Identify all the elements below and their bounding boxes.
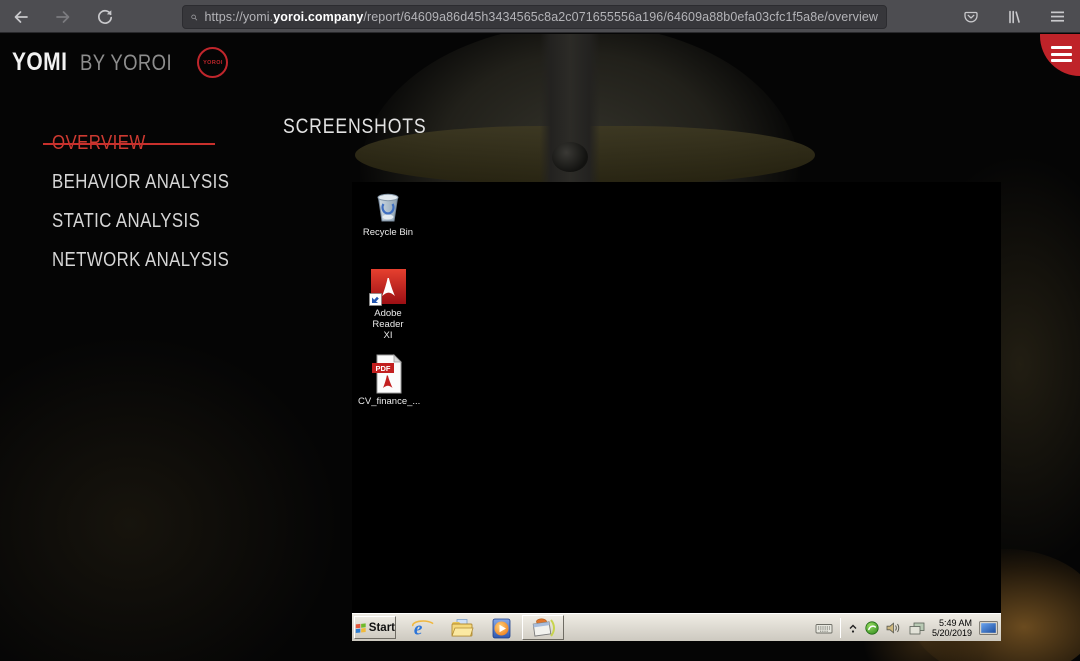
media-player-glyph bbox=[492, 618, 511, 638]
url-path: /report/64609a86d45h3434565c8a2c07165555… bbox=[363, 10, 878, 24]
folder-glyph bbox=[451, 619, 474, 637]
windows-flag-icon bbox=[355, 622, 366, 633]
browser-toolbar: https://yomi.yoroi.company/report/64609a… bbox=[0, 0, 1080, 33]
pdf-badge-text: PDF bbox=[376, 364, 391, 373]
search-icon bbox=[191, 14, 198, 20]
recycle-bin-glyph bbox=[377, 193, 399, 222]
dual-screens-icon bbox=[909, 622, 925, 634]
pdf-file-glyph: PDF bbox=[372, 354, 402, 394]
nav-item-network-label: NETWORK ANALYSIS bbox=[52, 249, 230, 271]
yoroi-logo-text: YOROI bbox=[203, 59, 223, 66]
screenshot-system-tray: 5:49 AM 5/20/2019 bbox=[815, 614, 998, 642]
display-icon bbox=[979, 621, 998, 635]
nav-item-network-analysis[interactable]: NETWORK ANALYSIS bbox=[52, 249, 263, 272]
app-window: https://yomi.yoroi.company/report/64609a… bbox=[0, 0, 1080, 661]
url-domain: yoroi.company bbox=[273, 10, 364, 24]
back-arrow-icon bbox=[14, 10, 28, 23]
screenshot-folder-icon bbox=[450, 617, 474, 639]
tray-divider bbox=[839, 618, 841, 638]
report-page: YOMI BY YOROI YOROI OVERVIEW BEHAVIOR AN… bbox=[0, 34, 1080, 661]
brand-header[interactable]: YOMI BY YOROI YOROI bbox=[12, 47, 229, 78]
library-button[interactable] bbox=[1001, 4, 1027, 30]
url-prefix: https://yomi. bbox=[204, 10, 274, 24]
site-menu-hamburger-icon bbox=[1051, 46, 1072, 66]
back-button[interactable] bbox=[8, 4, 34, 30]
nav-item-behavior-label: BEHAVIOR ANALYSIS bbox=[52, 171, 230, 193]
adobe-reader-glyph bbox=[369, 269, 406, 306]
brand-byline: BY YOROI bbox=[79, 49, 172, 75]
screenshot-adobe-reader-icon: Adobe Reader XI bbox=[358, 268, 418, 341]
report-nav: OVERVIEW BEHAVIOR ANALYSIS STATIC ANALYS… bbox=[42, 132, 263, 288]
section-title-text: SCREENSHOTS bbox=[283, 115, 427, 138]
tray-agent-icon bbox=[865, 621, 879, 635]
speaker-icon bbox=[886, 622, 900, 634]
screenshot-recycle-bin-icon: Recycle Bin bbox=[358, 187, 418, 238]
start-button-label: Start bbox=[368, 621, 395, 634]
reload-button[interactable] bbox=[92, 4, 118, 30]
screenshot-media-player-icon bbox=[490, 617, 514, 639]
background-armor-left bbox=[0, 334, 340, 661]
tray-date: 5/20/2019 bbox=[931, 628, 972, 638]
site-menu-button[interactable] bbox=[1040, 34, 1080, 76]
screenshot-desktop: Recycle Bin Adobe Reader XI PDF CV_finan… bbox=[352, 182, 1001, 613]
internet-explorer-glyph: e bbox=[411, 619, 434, 639]
section-title-screenshots: SCREENSHOTS bbox=[283, 115, 454, 139]
screenshot-start-button: Start bbox=[354, 616, 396, 639]
browser-menu-button[interactable] bbox=[1044, 4, 1070, 30]
tray-clock: 5:49 AM 5/20/2019 bbox=[932, 618, 972, 639]
nav-item-static-analysis[interactable]: STATIC ANALYSIS bbox=[52, 210, 263, 233]
desktop-icon-label: Recycle Bin bbox=[362, 227, 414, 238]
forward-arrow-icon bbox=[56, 10, 70, 23]
brand-yomi: YOMI bbox=[12, 48, 68, 76]
hide-icons-chevron bbox=[849, 624, 857, 633]
screenshot-ie-icon: e bbox=[410, 617, 434, 639]
hamburger-menu-icon bbox=[1050, 11, 1064, 22]
open-folder-window-glyph bbox=[532, 617, 555, 637]
nav-item-overview[interactable]: OVERVIEW bbox=[42, 132, 263, 155]
nav-item-overview-label: OVERVIEW bbox=[52, 132, 146, 154]
reload-icon bbox=[98, 9, 113, 24]
screenshot-open-window-task-button bbox=[522, 615, 564, 640]
forward-button[interactable] bbox=[50, 4, 76, 30]
desktop-icon-label: Adobe Reader XI bbox=[372, 308, 404, 341]
screenshot-pdf-file-icon: PDF CV_finance_... bbox=[358, 354, 421, 407]
screenshot-taskbar: Start e 5:49 AM 5/20/2019 bbox=[352, 613, 1001, 641]
url-bar[interactable]: https://yomi.yoroi.company/report/64609a… bbox=[182, 5, 887, 29]
tray-time: 5:49 AM bbox=[938, 617, 972, 628]
pocket-icon bbox=[964, 11, 978, 22]
sandbox-screenshot-image[interactable]: Recycle Bin Adobe Reader XI PDF CV_finan… bbox=[352, 182, 1001, 641]
nav-item-static-label: STATIC ANALYSIS bbox=[52, 210, 201, 232]
nav-item-behavior-analysis[interactable]: BEHAVIOR ANALYSIS bbox=[52, 171, 263, 194]
background-armor-knob bbox=[552, 142, 588, 172]
library-icon bbox=[1009, 10, 1020, 23]
url-text: https://yomi.yoroi.company/report/64609a… bbox=[205, 10, 879, 24]
yoroi-logo-icon: YOROI bbox=[197, 47, 229, 78]
desktop-icon-label: CV_finance_... bbox=[358, 396, 421, 407]
keyboard-icon bbox=[815, 623, 833, 633]
pocket-button[interactable] bbox=[958, 4, 984, 30]
